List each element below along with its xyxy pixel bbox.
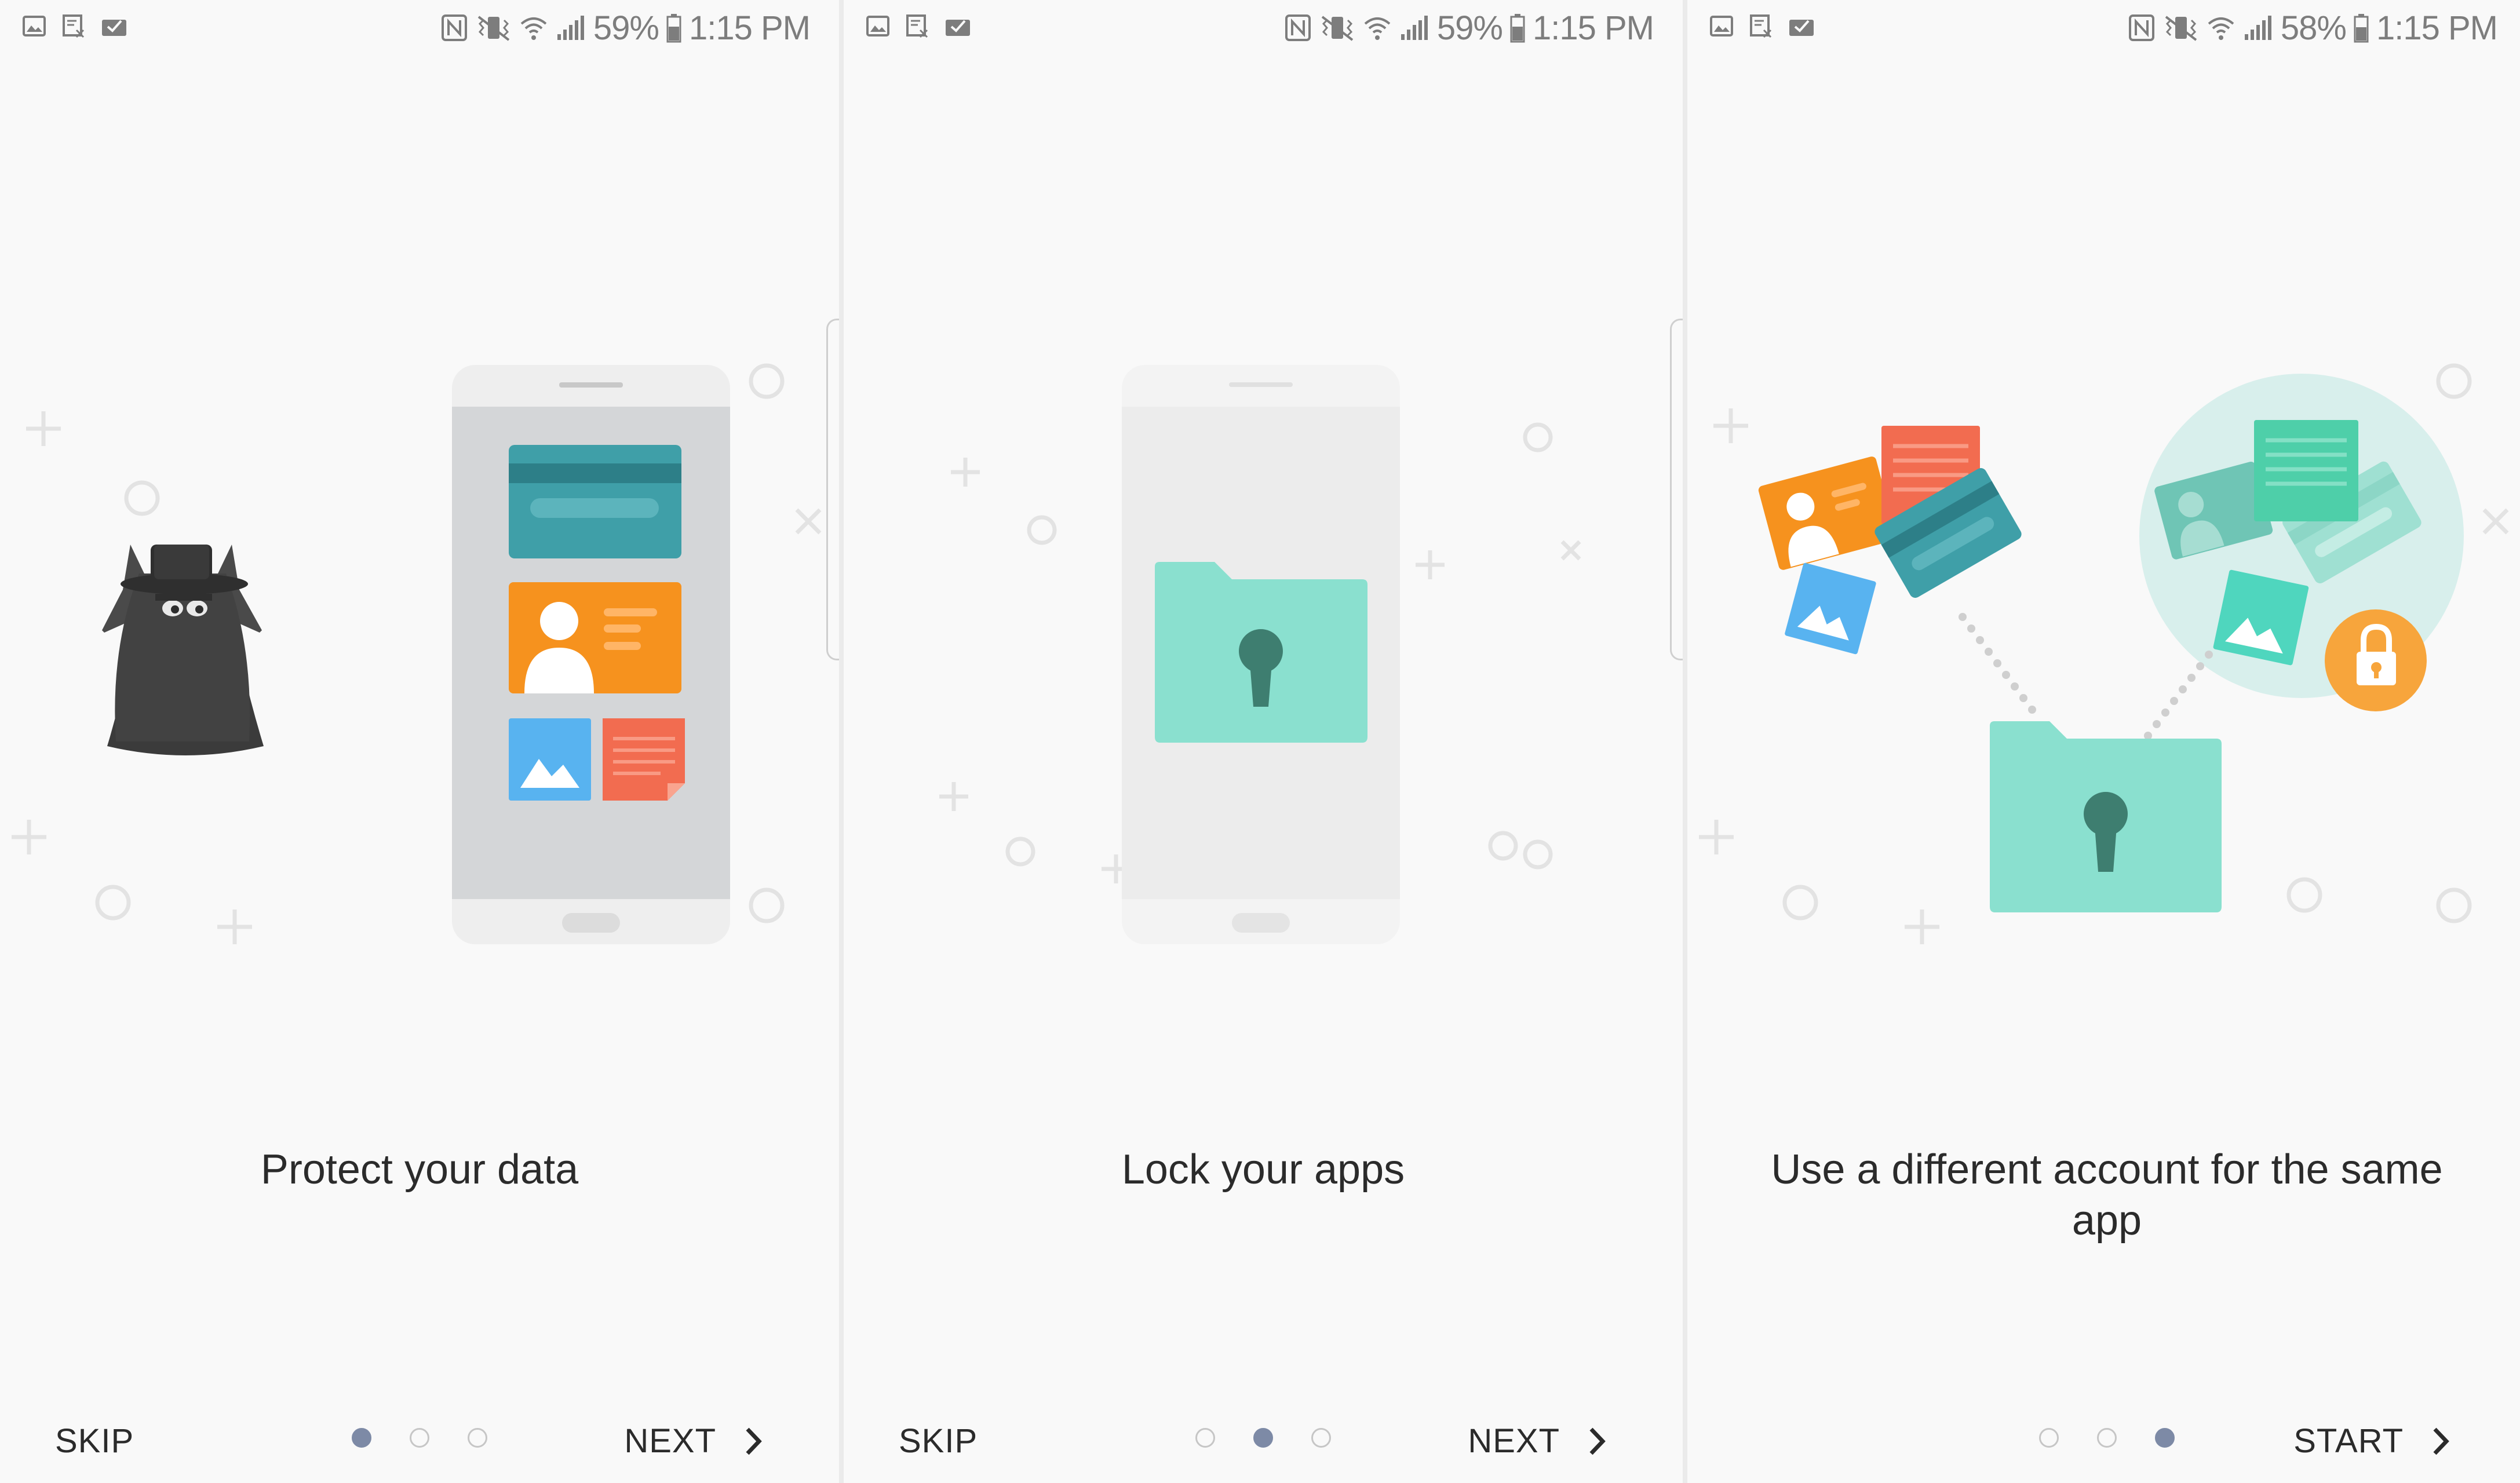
battery-percent: 59% xyxy=(1436,9,1503,47)
illustration-canvas xyxy=(939,365,1581,944)
next-button-label: NEXT xyxy=(1468,1422,1560,1460)
gallery-notification-icon xyxy=(866,16,889,36)
page-title: Use a different account for the same app xyxy=(1771,1146,2443,1244)
illustration-lock-apps xyxy=(844,301,1683,1008)
status-bar: 59% 1:15 PM xyxy=(0,0,839,58)
start-button[interactable]: START xyxy=(2293,1422,2451,1460)
battery-icon xyxy=(1510,14,1525,43)
status-time: 1:15 PM xyxy=(1533,9,1654,47)
page-dot-1[interactable] xyxy=(1195,1428,1215,1448)
onboarding-screen-3: 58% 1:15 PM Use a different account for … xyxy=(1687,0,2520,1483)
page-dot-2[interactable] xyxy=(2097,1428,2117,1448)
onboarding-screen-2: 59% 1:15 PM Lock your apps SKIP NEXT xyxy=(844,0,1683,1483)
battery-percent: 59% xyxy=(593,9,659,47)
status-time: 1:15 PM xyxy=(2376,9,2498,47)
signal-icon xyxy=(557,16,584,40)
illustration-multi-account xyxy=(1687,301,2520,1008)
nfc-icon xyxy=(441,14,467,41)
screenshot-notification-icon xyxy=(63,14,85,38)
illustration-protect-data xyxy=(0,301,839,1008)
locked-folder-icon xyxy=(1990,721,2222,912)
gallery-notification-icon xyxy=(1710,16,1733,36)
vibrate-icon xyxy=(1321,16,1354,41)
gallery-notification-icon xyxy=(23,16,46,36)
onboarding-screens: 59% 1:15 PM Protect your data SKIP NEXT … xyxy=(0,0,2520,1483)
nfc-icon xyxy=(2128,14,2154,41)
next-button-label: NEXT xyxy=(624,1422,716,1460)
illustration-canvas xyxy=(12,363,822,944)
page-dot-1[interactable] xyxy=(2039,1428,2059,1448)
page-title: Lock your apps xyxy=(1121,1146,1405,1193)
wifi-icon xyxy=(2208,17,2234,40)
status-time: 1:15 PM xyxy=(689,9,811,47)
page-indicator xyxy=(2039,1428,2175,1448)
page-dot-3[interactable] xyxy=(468,1428,487,1448)
status-bar: 58% 1:15 PM xyxy=(1687,0,2520,58)
next-button[interactable]: NEXT xyxy=(624,1422,764,1460)
battery-percent: 58% xyxy=(2280,9,2347,47)
screenshot-notification-icon xyxy=(1750,14,1772,38)
task-notification-icon xyxy=(1789,20,1814,36)
nfc-icon xyxy=(1285,14,1311,41)
task-notification-icon xyxy=(102,20,126,36)
wifi-icon xyxy=(520,17,547,40)
onboarding-screen-1: 59% 1:15 PM Protect your data SKIP NEXT xyxy=(0,0,839,1483)
vibrate-icon xyxy=(477,16,510,41)
bottom-navigation: SKIP NEXT xyxy=(0,1402,839,1483)
personal-data-cluster xyxy=(1758,426,2022,655)
page-dot-1[interactable] xyxy=(352,1428,371,1448)
edge-panel-handle[interactable] xyxy=(1670,319,1683,660)
chevron-right-icon xyxy=(2433,1427,2449,1455)
phone-icon xyxy=(452,365,730,944)
skip-button[interactable]: SKIP xyxy=(899,1422,978,1460)
spy-icon xyxy=(102,545,264,755)
signal-icon xyxy=(1401,16,1428,40)
signal-icon xyxy=(2244,16,2271,40)
edge-panel-handle[interactable] xyxy=(826,319,839,660)
page-dot-2[interactable] xyxy=(1253,1428,1273,1448)
page-title: Protect your data xyxy=(260,1146,579,1193)
task-notification-icon xyxy=(946,20,970,36)
wifi-icon xyxy=(1364,17,1391,40)
lock-icon xyxy=(2325,609,2427,711)
next-button[interactable]: NEXT xyxy=(1468,1422,1607,1460)
vibrate-icon xyxy=(2165,16,2197,41)
page-indicator xyxy=(1195,1428,1331,1448)
bottom-navigation: START xyxy=(1687,1402,2520,1483)
skip-button[interactable]: SKIP xyxy=(55,1422,134,1460)
page-dot-2[interactable] xyxy=(410,1428,429,1448)
bottom-navigation: SKIP NEXT xyxy=(844,1402,1683,1483)
battery-icon xyxy=(2354,14,2369,43)
start-button-label: START xyxy=(2293,1422,2404,1460)
screenshot-notification-icon xyxy=(906,14,928,38)
locked-folder-icon xyxy=(1155,562,1367,743)
secure-data-bubble xyxy=(2139,374,2464,711)
page-dot-3[interactable] xyxy=(2155,1428,2175,1448)
chevron-right-icon xyxy=(1589,1427,1606,1455)
chevron-right-icon xyxy=(746,1427,762,1455)
illustration-canvas xyxy=(1699,363,2509,944)
battery-icon xyxy=(666,14,681,43)
page-indicator xyxy=(352,1428,487,1448)
page-dot-3[interactable] xyxy=(1311,1428,1331,1448)
status-bar: 59% 1:15 PM xyxy=(844,0,1683,58)
